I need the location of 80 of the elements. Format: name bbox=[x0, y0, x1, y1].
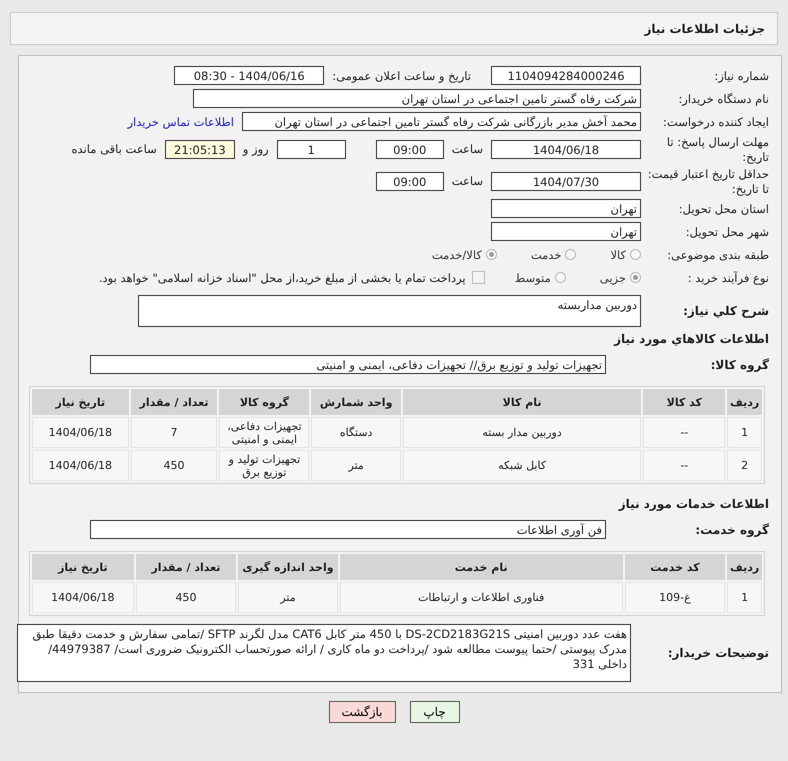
column-header: کد خدمت bbox=[624, 554, 726, 580]
radio-option[interactable]: کالا/خدمت bbox=[432, 248, 497, 262]
column-header: گروه کالا bbox=[219, 389, 310, 415]
radio-option[interactable]: خدمت bbox=[530, 248, 576, 262]
table-cell: -- bbox=[643, 417, 726, 448]
field-label: شرح کلي نیاز: bbox=[682, 304, 770, 318]
field-label: طبقه بندی موضوعی: bbox=[666, 248, 770, 262]
table-cell: متر bbox=[238, 582, 338, 613]
buyer-field[interactable]: شرکت رفاه گستر تامین اجتماعی در استان تهران bbox=[193, 89, 641, 108]
table-cell: فناوری اطلاعات و ارتباطات bbox=[340, 582, 623, 613]
column-header: واحد شمارش bbox=[311, 389, 401, 415]
action-button[interactable]: چاپ bbox=[410, 701, 460, 723]
field-label: ایجاد کننده درخواست: bbox=[662, 114, 770, 128]
table-cell: 7 bbox=[130, 417, 218, 448]
table-cell: کابل شبکه bbox=[402, 450, 642, 481]
group-field[interactable]: فن آوری اطلاعات bbox=[90, 520, 606, 539]
column-header: تعداد / مقدار bbox=[136, 554, 236, 580]
remaining-label: ساعت باقی مانده bbox=[70, 142, 158, 156]
field-label: شهر محل تحویل: bbox=[684, 224, 770, 238]
section-heading: اطلاعات کالاهاي مورد نیاز bbox=[612, 331, 770, 348]
column-header: تاریخ نیاز bbox=[32, 389, 129, 415]
column-header: نام خدمت bbox=[340, 554, 623, 580]
field-label: استان محل تحویل: bbox=[678, 202, 770, 216]
column-header: تاریخ نیاز bbox=[32, 554, 134, 580]
column-header: واحد اندازه گیری bbox=[238, 554, 338, 580]
table-cell: تجهیزات تولید و توزیع برق bbox=[219, 450, 310, 481]
validity-date-field[interactable]: 1404/07/30 bbox=[491, 172, 641, 190]
column-header: ردیف bbox=[727, 554, 762, 580]
table-cell: 1404/06/18 bbox=[32, 582, 134, 613]
column-header: تعداد / مقدار bbox=[130, 389, 218, 415]
column-header: ردیف bbox=[727, 389, 762, 415]
table-cell: 450 bbox=[130, 450, 218, 481]
action-button[interactable]: بازگشت bbox=[328, 701, 396, 723]
field-label: گروه خدمت: bbox=[694, 522, 770, 536]
announce-date-field[interactable]: 1404/06/16 - 08:30 bbox=[174, 66, 324, 85]
table-cell: تجهیزات دفاعی، ایمنی و امنیتی bbox=[219, 417, 310, 448]
time-label: ساعت bbox=[450, 142, 484, 156]
section-heading: اطلاعات خدمات مورد نیاز bbox=[617, 496, 770, 513]
buyer-contact-link[interactable]: اطلاعات تماس خریدار bbox=[127, 114, 234, 128]
need-number-field[interactable]: 1104094284000246 bbox=[491, 66, 641, 85]
table-cell: دستگاه bbox=[311, 417, 401, 448]
field-label: نام دستگاه خریدار: bbox=[677, 92, 770, 106]
table-cell: 1404/06/18 bbox=[32, 450, 129, 481]
radio-option[interactable]: کالا bbox=[610, 248, 641, 262]
table-cell: غ-109 bbox=[624, 582, 726, 613]
city-field[interactable]: تهران bbox=[491, 222, 641, 241]
radio-option[interactable]: متوسط bbox=[514, 270, 566, 284]
radio-option[interactable]: جزیی bbox=[600, 270, 641, 284]
province-field[interactable]: تهران bbox=[491, 199, 641, 218]
creator-field[interactable]: محمد آخش مدیر بازرگانی شرکت رفاه گستر تامین اجتماعی در استان تهران bbox=[242, 112, 641, 131]
summary-textarea[interactable]: دوربین مداربسته bbox=[138, 295, 641, 327]
field-label: نوع فرآیند خرید : bbox=[686, 270, 770, 284]
field-label: تاریخ و ساعت اعلان عمومی: bbox=[331, 68, 472, 82]
time-label: ساعت bbox=[450, 174, 484, 188]
field-label: حداقل تاریخ اعتبار قیمت: تا تاریخ: bbox=[646, 166, 770, 197]
buyer-notes-textarea[interactable]: هفت عدد دوربین امنیتی DS-2CD2183G21S با 450 متر کابل CAT6 مدل لگرند SFTP /تمامی سفارش و خدمت دقیقا طبق مدرک پیوستی /حتما پیوست مطالعه شود /پرداخت دو ماه کاری / ارائه صورتحساب الکترونیک ضروری است/ 44979387/ داخلی 331 bbox=[17, 624, 631, 682]
table-cell: 1 bbox=[727, 582, 762, 613]
validity-time-field[interactable]: 09:00 bbox=[376, 172, 444, 190]
table-cell: دوربین مدار بسته bbox=[402, 417, 642, 448]
table-cell: 1404/06/18 bbox=[32, 417, 129, 448]
days-field[interactable]: 1 bbox=[276, 140, 346, 158]
field-label: گروه کالا: bbox=[710, 358, 770, 372]
table-cell: -- bbox=[643, 450, 726, 481]
payment-label: پرداخت تمام یا بخشی از مبلغ خرید،از محل "اسناد خزانه اسلامی" خواهد بود. bbox=[98, 270, 466, 284]
deadline-time-field[interactable]: 09:00 bbox=[376, 140, 444, 158]
table-cell: 1 bbox=[727, 417, 762, 448]
page-title: جزئیات اطلاعات نیاز bbox=[644, 22, 765, 36]
table-cell: متر bbox=[311, 450, 401, 481]
column-header: نام کالا bbox=[402, 389, 642, 415]
field-label: شماره نیاز: bbox=[713, 68, 770, 82]
deadline-date-field[interactable]: 1404/06/18 bbox=[491, 140, 641, 158]
remaining-time-field[interactable]: 21:05:13 bbox=[164, 140, 235, 158]
table-cell: 450 bbox=[136, 582, 236, 613]
payment-checkbox[interactable] bbox=[472, 271, 485, 284]
days-label: روز و bbox=[241, 142, 270, 156]
group-field[interactable]: تجهیزات تولید و توزیع برق// تجهیزات دفاعی، ایمنی و امنیتی bbox=[90, 355, 606, 374]
field-label: مهلت ارسال پاسخ: تا تاریخ: bbox=[666, 134, 770, 165]
field-label: توضیحات خریدار: bbox=[666, 646, 770, 660]
table-cell: 2 bbox=[727, 450, 762, 481]
column-header: کد کالا bbox=[643, 389, 726, 415]
